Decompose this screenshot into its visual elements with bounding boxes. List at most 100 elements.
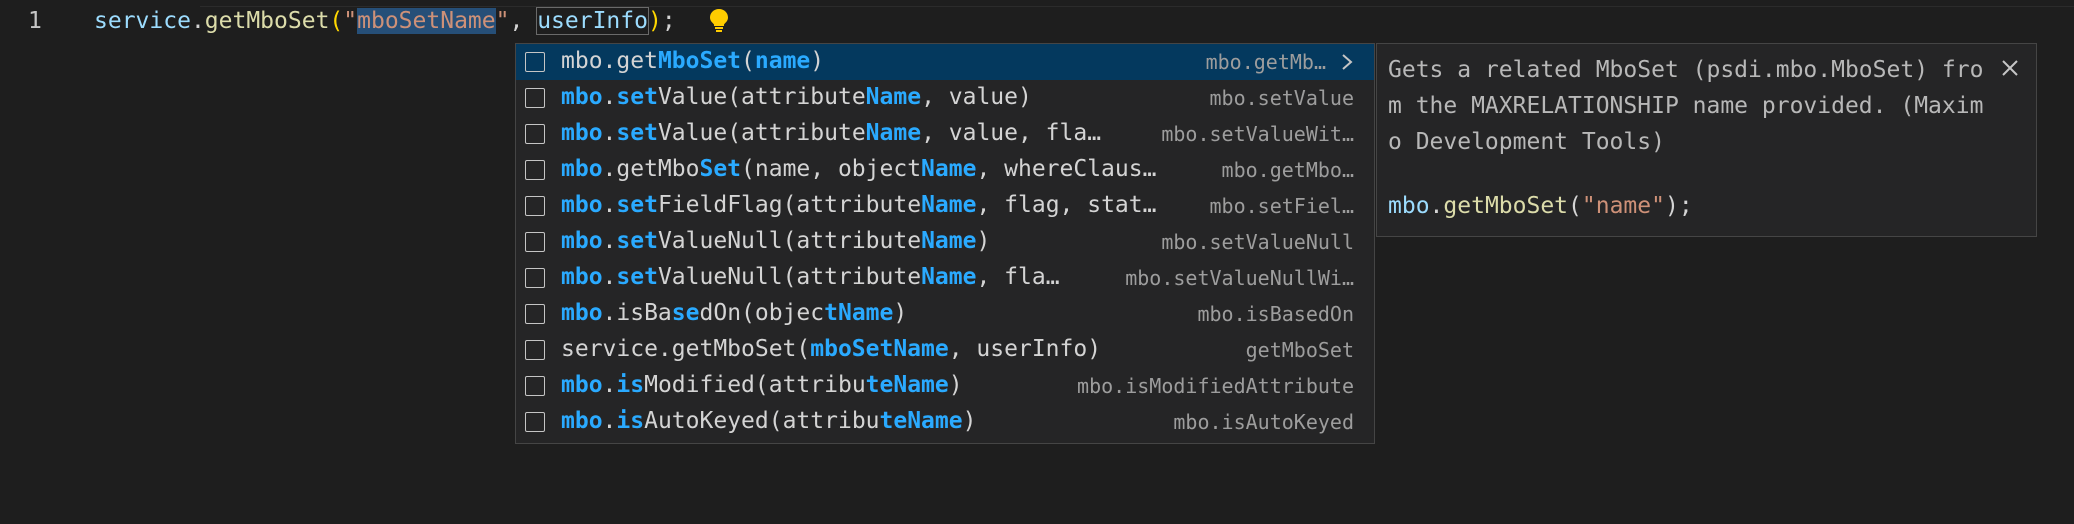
label-segment: , flag, stat… [976, 192, 1157, 218]
suggestion-item[interactable]: service.getMboSet(mboSetName, userInfo) g… [516, 332, 1374, 368]
suggestion-item[interactable]: mbo.isBasedOn(objectName) mbo.isBasedOn [516, 296, 1374, 332]
label-segment: FieldFlag(attribute [657, 192, 922, 218]
match-highlight: name [754, 48, 811, 74]
example-open-paren: ( [1568, 193, 1582, 219]
example-method: getMboSet [1443, 193, 1569, 219]
suggestion-detail: mbo.getMb… [1205, 50, 1326, 74]
label-segment: mbo.get [561, 48, 658, 74]
match-highlight: mbo [561, 156, 603, 182]
text-kind-icon [525, 52, 545, 72]
match-highlight: set [616, 120, 658, 146]
suggestion-label: mbo.setValueNull(attributeName) [561, 228, 990, 254]
code-text[interactable]: service.getMboSet("mboSetName", userInfo… [94, 7, 676, 35]
lightbulb-icon[interactable] [708, 8, 730, 32]
match-highlight: Name [921, 192, 977, 218]
text-kind-icon [525, 340, 545, 360]
code-selected-placeholder[interactable]: mboSetName [357, 8, 496, 34]
text-kind-icon [525, 412, 545, 432]
suggestion-detail: mbo.setValueNullWi… [1125, 266, 1354, 290]
suggestion-item[interactable]: mbo.setValueNull(attributeName, fla… mbo.… [516, 260, 1374, 296]
match-highlight: teName [865, 372, 949, 398]
example-arg: "name" [1581, 193, 1665, 219]
label-segment: ) [948, 372, 963, 398]
match-highlight: se [671, 300, 700, 326]
label-segment: , whereClaus… [976, 156, 1157, 182]
example-close: ); [1664, 193, 1693, 219]
match-highlight: mboSetName [810, 336, 949, 362]
label-segment: , value) [921, 84, 1032, 110]
match-highlight: mbo [561, 264, 603, 290]
match-highlight: mbo [561, 228, 603, 254]
label-segment: service.getMboSet( [561, 336, 811, 362]
match-highlight: Set [699, 156, 742, 182]
suggestion-item[interactable]: mbo.isAutoKeyed(attributeName) mbo.isAuto… [516, 404, 1374, 440]
label-segment: . [602, 228, 617, 254]
suggestion-detail: mbo.setValueNull [1161, 230, 1354, 254]
code-quote-close: " [495, 8, 510, 34]
match-highlight: tName [824, 300, 894, 326]
code-close-paren: ) [647, 8, 662, 34]
match-highlight: MboSet [657, 48, 742, 74]
match-highlight: mbo [561, 300, 603, 326]
text-kind-icon [525, 268, 545, 288]
label-segment: Value(attribute [657, 120, 866, 146]
label-segment: ) [976, 228, 991, 254]
suggestion-item[interactable]: mbo.getMboSet(name) mbo.getMb… [516, 44, 1374, 80]
label-segment: dOn(objec [699, 300, 825, 326]
label-segment: ) [810, 48, 825, 74]
suggestion-item[interactable]: mbo.isModified(attributeName) mbo.isModif… [516, 368, 1374, 404]
suggestion-item[interactable]: mbo.getMboSet(name, objectName, whereCla… [516, 152, 1374, 188]
suggestion-label: mbo.setFieldFlag(attributeName, flag, st… [561, 192, 1156, 218]
match-highlight: mbo [561, 84, 603, 110]
match-highlight: is [616, 408, 645, 434]
match-highlight: teName [879, 408, 963, 434]
match-highlight: mbo [561, 192, 603, 218]
suggest-widget: mbo.getMboSet(name) mbo.getMb… mbo.setValu… [515, 43, 1375, 444]
suggestion-detail: mbo.setValue [1209, 86, 1355, 110]
code-open-paren: ( [329, 8, 344, 34]
suggestion-detail: mbo.setValueWit… [1161, 122, 1354, 146]
text-kind-icon [525, 376, 545, 396]
suggestion-label: mbo.getMboSet(name, objectName, whereCla… [561, 156, 1156, 182]
match-highlight: set [616, 84, 658, 110]
suggestion-label: mbo.isModified(attributeName) [561, 372, 963, 398]
label-segment: ) [962, 408, 977, 434]
suggestion-item[interactable]: mbo.setValueNull(attributeName) mbo.setVa… [516, 224, 1374, 260]
label-segment: . [602, 120, 617, 146]
suggestion-item[interactable]: mbo.setFieldFlag(attributeName, flag, st… [516, 188, 1374, 224]
label-segment: .getMbo [602, 156, 700, 182]
label-segment: , userInfo) [948, 336, 1102, 362]
suggestion-item[interactable]: mbo.setValue(attributeName, value, fla… m… [516, 116, 1374, 152]
suggestion-label: service.getMboSet(mboSetName, userInfo) [561, 336, 1101, 362]
code-object: service [94, 8, 191, 34]
suggestion-item[interactable]: mbo.setValue(attributeName, value) mbo.se… [516, 80, 1374, 116]
match-highlight: Name [921, 156, 977, 182]
chevron-right-icon[interactable] [1340, 53, 1354, 71]
label-segment: , fla… [976, 264, 1060, 290]
text-kind-icon [525, 124, 545, 144]
label-segment: . [602, 84, 617, 110]
code-quote-open: " [343, 8, 358, 34]
label-segment: .isBa [602, 300, 672, 326]
label-segment: Modified(attribu [644, 372, 866, 398]
match-highlight: set [616, 192, 658, 218]
suggestion-detail: mbo.isBasedOn [1197, 302, 1354, 326]
text-kind-icon [525, 160, 545, 180]
label-segment: ValueNull(attribute [657, 264, 922, 290]
match-highlight: mbo [561, 408, 603, 434]
code-placeholder-userinfo[interactable]: userInfo [536, 7, 649, 35]
code-semicolon: ; [661, 8, 676, 34]
editor-line-1[interactable]: 1 service.getMboSet("mboSetName", userIn… [0, 6, 2074, 42]
suggest-details-panel: Gets a related MboSet (psdi.mbo.MboSet) … [1376, 43, 2037, 237]
example-dot: . [1429, 193, 1444, 219]
suggestion-label: mbo.setValue(attributeName, value) [561, 84, 1032, 110]
label-segment: . [602, 408, 617, 434]
label-segment: , value, fla… [921, 120, 1102, 146]
label-segment: . [602, 192, 617, 218]
match-highlight: mbo [561, 120, 603, 146]
suggestion-label: mbo.getMboSet(name) [561, 48, 824, 74]
label-segment: AutoKeyed(attribu [644, 408, 880, 434]
close-icon[interactable] [2000, 58, 2020, 78]
label-segment: Value(attribute [657, 84, 866, 110]
suggestion-label: mbo.isAutoKeyed(attributeName) [561, 408, 976, 434]
